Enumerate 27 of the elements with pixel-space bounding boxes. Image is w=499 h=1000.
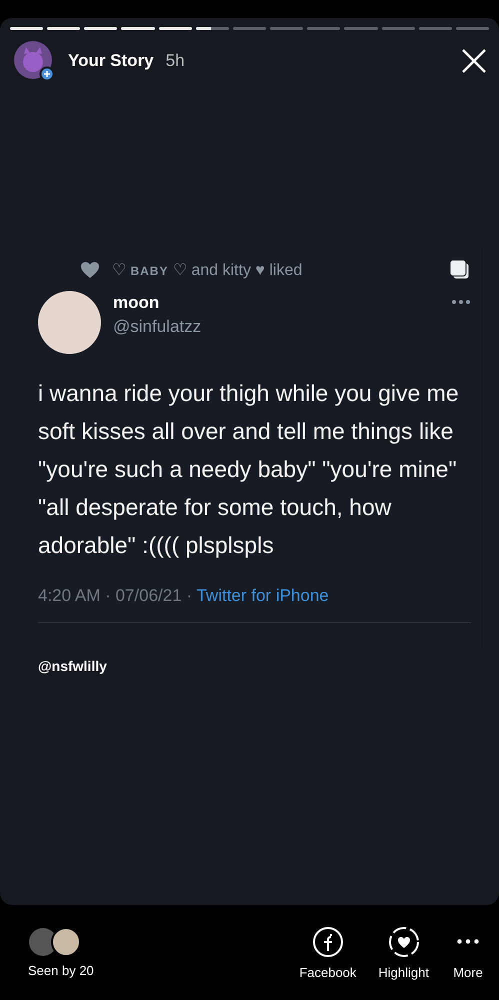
highlight-button[interactable]: Highlight [378, 925, 429, 980]
source-link[interactable]: Twitter for iPhone [196, 586, 329, 605]
user-handle: @sinfulatzz [113, 317, 202, 337]
liked-by-text: ♡ BABY ♡ and kitty ♥ liked [112, 261, 302, 280]
share-button[interactable]: Facebook [299, 925, 356, 980]
mention-sticker[interactable]: @nsfwlilly [38, 658, 107, 674]
share-circle-icon [310, 925, 345, 959]
close-icon[interactable] [461, 48, 487, 74]
progress-segment [10, 27, 44, 30]
story-title: Your Story [68, 51, 154, 71]
tweet-timestamp: 4:20 AM · 07/06/21 · [38, 586, 194, 605]
seen-by-label[interactable]: Seen by 20 [28, 963, 94, 978]
progress-segment [158, 27, 192, 30]
more-icon [457, 939, 479, 944]
progress-segment [121, 27, 155, 30]
progress-segment [196, 27, 229, 30]
more-icon[interactable] [451, 299, 471, 305]
more-button[interactable]: More [451, 925, 485, 980]
copy-icon[interactable] [449, 259, 471, 281]
heart-circle-icon [386, 925, 421, 959]
progress-segment [47, 27, 80, 30]
profile-avatar[interactable] [14, 41, 54, 81]
user-name: moon [113, 293, 160, 313]
heart-icon [80, 261, 100, 279]
progress-segment [84, 27, 118, 30]
tweet-text: i wanna ride your thigh while you give me soft kisses all over and tell me things like "you're such a needy baby" "you're mine" "all desperate for some touch, how adorable" :(((( plsplspls [38, 379, 460, 560]
story-time: 5h [166, 51, 185, 71]
